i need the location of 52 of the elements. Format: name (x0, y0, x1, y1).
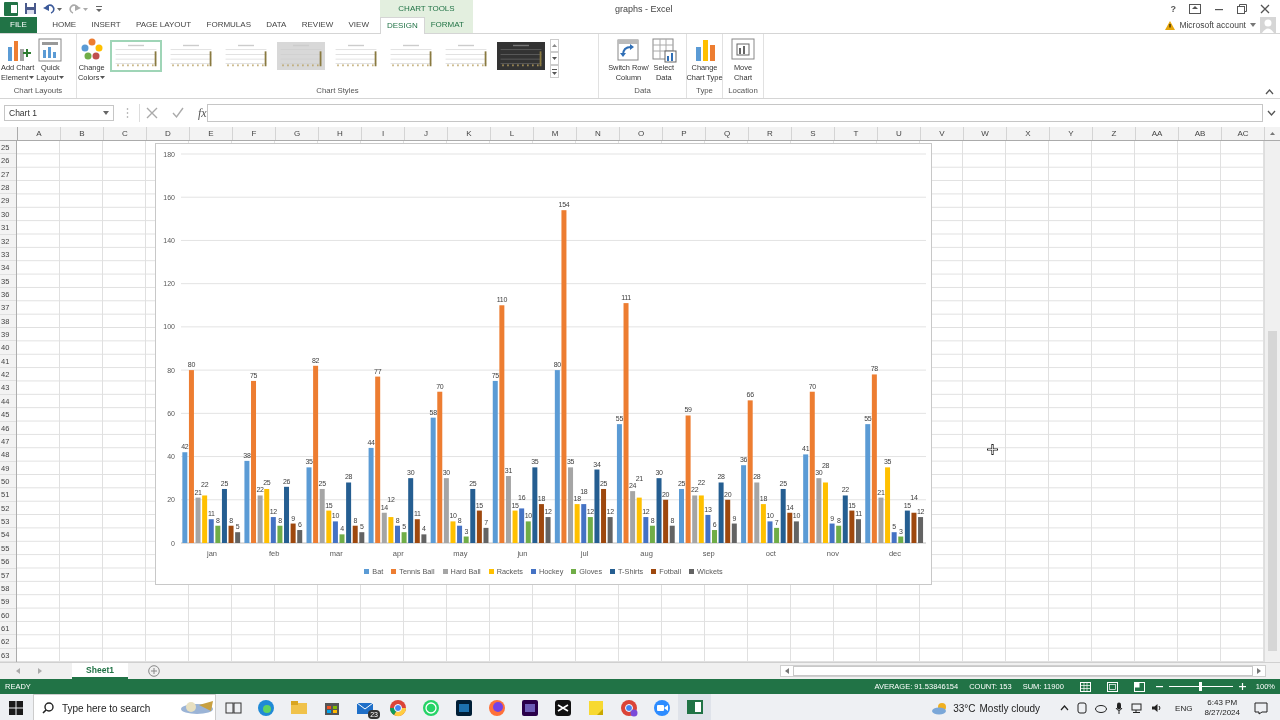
sheet-tab[interactable]: Sheet1 (72, 663, 128, 679)
column-header[interactable]: U (878, 127, 921, 140)
window-title: graphs - Excel (615, 3, 673, 14)
column-header[interactable]: C (104, 127, 147, 140)
column-header[interactable]: O (620, 127, 663, 140)
column-header[interactable]: B (61, 127, 104, 140)
ribbon-tab[interactable]: DESIGN (380, 17, 425, 34)
clock-date[interactable]: 8/27/2024 (1204, 708, 1240, 718)
column-header[interactable]: V (921, 127, 964, 140)
ribbon-tab[interactable]: INSERT (88, 17, 124, 33)
column-header[interactable]: Q (706, 127, 749, 140)
column-header[interactable]: E (190, 127, 233, 140)
column-header[interactable]: I (362, 127, 405, 140)
column-header[interactable]: G (276, 127, 319, 140)
column-header[interactable]: Y (1050, 127, 1093, 140)
column-header[interactable]: R (749, 127, 792, 140)
temperature[interactable]: 33°C (953, 702, 976, 714)
column-header[interactable]: H (319, 127, 362, 140)
column-header[interactable]: P (663, 127, 706, 140)
insert-function-button[interactable]: fx (198, 105, 207, 121)
column-header[interactable]: A (18, 127, 61, 140)
column-header[interactable]: F (233, 127, 276, 140)
column-header[interactable]: J (405, 127, 448, 140)
ribbon-tab[interactable]: REVIEW (298, 17, 337, 33)
ribbon-tab[interactable]: FORMULAS (203, 17, 254, 33)
column-header[interactable]: L (491, 127, 534, 140)
ribbon-tab[interactable]: DATA (263, 17, 290, 33)
column-header[interactable]: N (577, 127, 620, 140)
column-header[interactable]: K (448, 127, 491, 140)
ribbon-tab[interactable]: PAGE LAYOUT (132, 17, 195, 33)
name-box[interactable]: Chart 1 (4, 105, 114, 121)
column-header[interactable]: AC (1222, 127, 1265, 140)
account-menu[interactable]: Microsoft account (1179, 20, 1246, 30)
language-indicator[interactable]: ENG (1175, 703, 1193, 713)
column-header[interactable]: AB (1179, 127, 1222, 140)
ribbon-tab[interactable]: FORMAT (424, 17, 470, 33)
clock-time[interactable]: 6:43 PM (1207, 698, 1238, 708)
ribbon-tab[interactable]: HOME (49, 17, 80, 33)
column-header[interactable]: D (147, 127, 190, 140)
column-header[interactable]: AA (1136, 127, 1179, 140)
column-header[interactable]: T (835, 127, 878, 140)
context-tab-group-label: CHART TOOLS (380, 0, 473, 17)
column-header[interactable]: X (1007, 127, 1050, 140)
column-header[interactable]: M (534, 127, 577, 140)
help-button[interactable]: ? (1170, 3, 1176, 14)
column-header[interactable]: S (792, 127, 835, 140)
weather-condition[interactable]: Mostly cloudy (979, 702, 1041, 714)
column-header[interactable]: Z (1093, 127, 1136, 140)
ribbon-tab[interactable]: VIEW (345, 17, 372, 33)
taskbar-search-field[interactable]: Type here to search (33, 694, 216, 720)
file-tab[interactable]: FILE (0, 17, 37, 33)
column-header[interactable]: W (964, 127, 1007, 140)
